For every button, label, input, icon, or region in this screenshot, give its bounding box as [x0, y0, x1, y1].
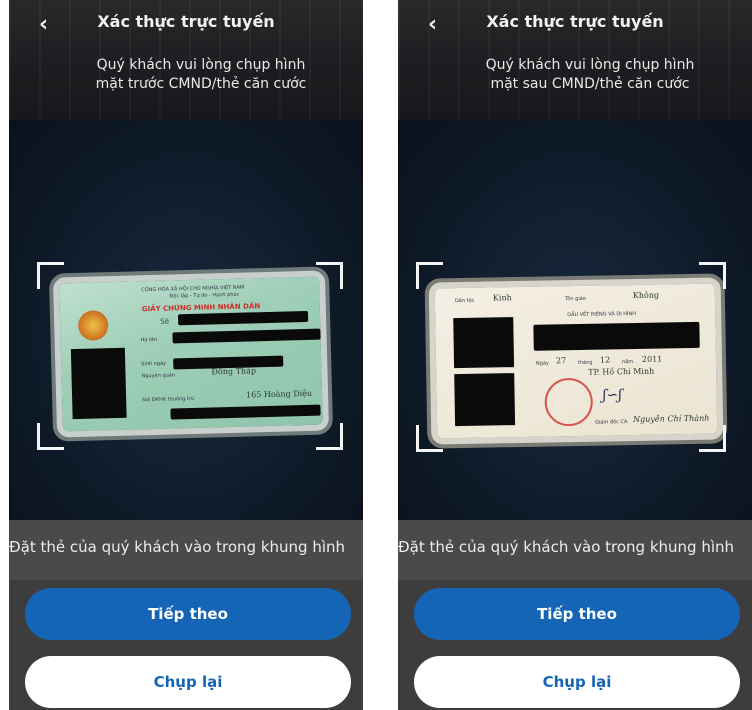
camera-viewfinder: Dân tộc Kinh Tôn giáo Không DẤU VẾT RIÊN… [398, 120, 752, 520]
page-title: Xác thực trực tuyến [486, 12, 664, 31]
retake-button[interactable]: Chụp lại [25, 656, 351, 708]
next-button[interactable]: Tiếp theo [414, 588, 740, 640]
camera-viewfinder: CỘNG HÒA XÃ HỘI CHỦ NGHĨA VIỆT NAM Độc l… [9, 120, 363, 520]
next-button[interactable]: Tiếp theo [25, 588, 351, 640]
retake-button[interactable]: Chụp lại [414, 656, 740, 708]
instruction-line-1: Quý khách vui lòng chụp hình [485, 57, 695, 73]
instruction-line-2: mặt sau CMND/thẻ căn cước [490, 76, 690, 92]
placement-hint: Đặt thẻ của quý khách vào trong khung hì… [9, 538, 346, 556]
capture-instruction: Quý khách vui lòng chụp hình mặt sau CMN… [438, 56, 742, 94]
scan-frame [416, 262, 726, 452]
front-capture-screen: ‹ Xác thực trực tuyến Quý khách vui lòng… [9, 0, 363, 710]
scan-frame [37, 262, 343, 450]
page-title: Xác thực trực tuyến [97, 12, 275, 31]
capture-instruction: Quý khách vui lòng chụp hình mặt trước C… [49, 56, 353, 94]
placement-hint: Đặt thẻ của quý khách vào trong khung hì… [398, 538, 735, 556]
instruction-line-1: Quý khách vui lòng chụp hình [96, 57, 306, 73]
instruction-line-2: mặt trước CMND/thẻ căn cước [95, 76, 307, 92]
back-capture-screen: ‹ Xác thực trực tuyến Quý khách vui lòng… [398, 0, 752, 710]
